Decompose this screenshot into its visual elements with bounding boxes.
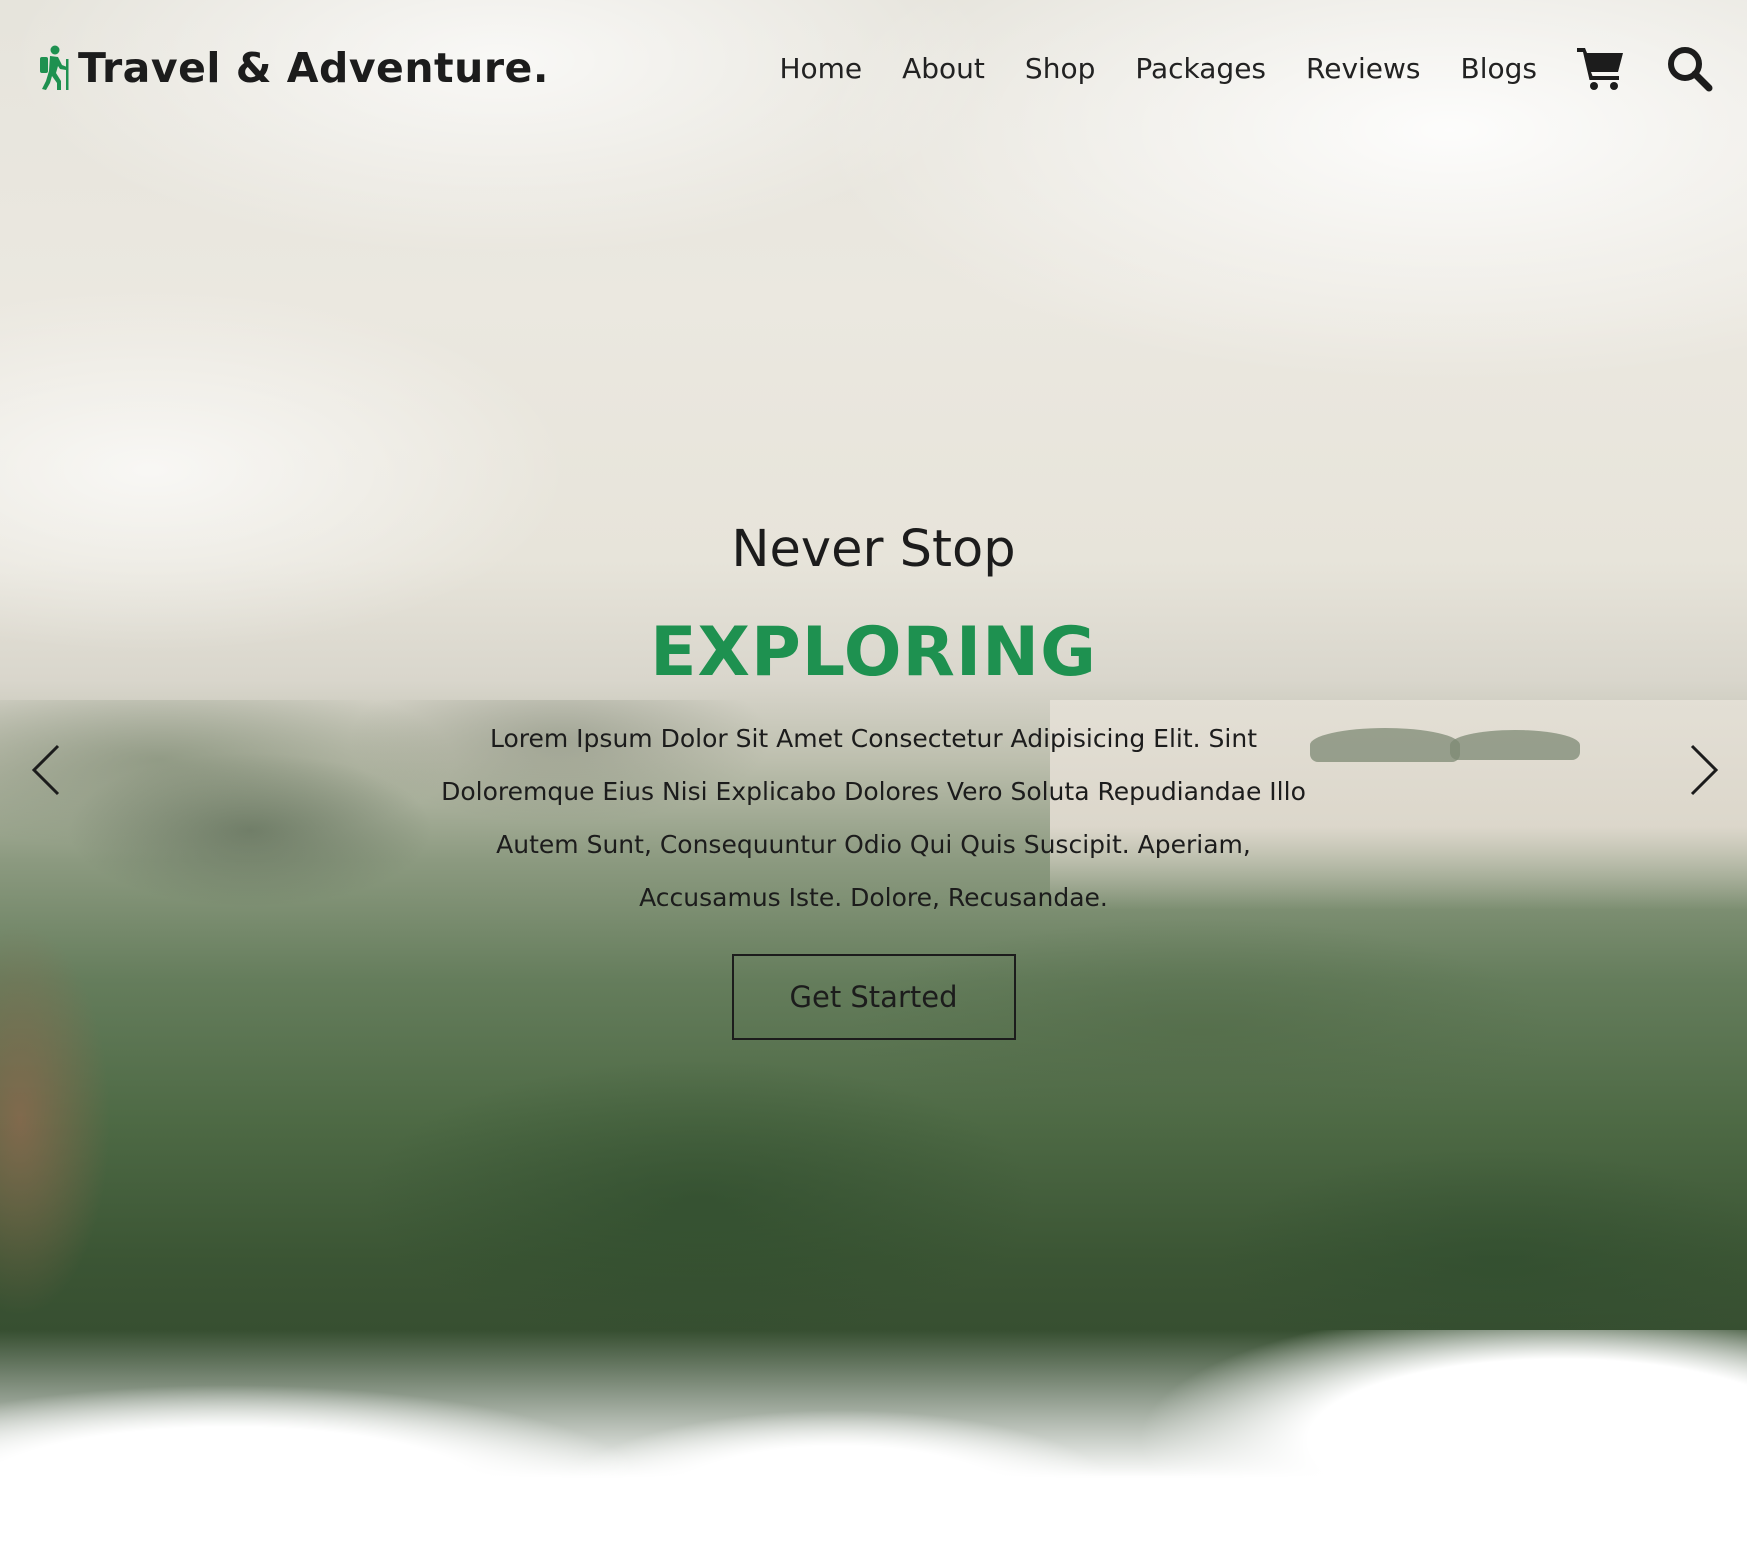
hero-section: Travel & Adventure. Home About Shop Pack…: [0, 0, 1747, 1541]
hero-content: Never Stop EXPLORING Lorem Ipsum Dolor S…: [0, 520, 1747, 1040]
mist-overlay: [0, 1330, 1747, 1541]
logo-link[interactable]: Travel & Adventure.: [34, 44, 549, 92]
hero-title: EXPLORING: [650, 613, 1097, 692]
nav-home[interactable]: Home: [779, 52, 862, 85]
hiker-icon: [34, 45, 72, 91]
nav-packages[interactable]: Packages: [1135, 52, 1266, 85]
logo-text: Travel & Adventure.: [78, 44, 549, 92]
get-started-button[interactable]: Get Started: [731, 954, 1016, 1040]
nav-blogs[interactable]: Blogs: [1461, 52, 1537, 85]
hero-description: Lorem Ipsum Dolor Sit Amet Consectetur A…: [441, 724, 1306, 912]
hero-subtitle: Never Stop: [731, 520, 1016, 579]
main-nav: Home About Shop Packages Reviews Blogs: [739, 42, 1713, 94]
site-header: Travel & Adventure. Home About Shop Pack…: [0, 0, 1747, 136]
nav-about[interactable]: About: [902, 52, 985, 85]
nav-shop[interactable]: Shop: [1025, 52, 1095, 85]
search-icon[interactable]: [1665, 44, 1713, 92]
nav-reviews[interactable]: Reviews: [1306, 52, 1421, 85]
cart-icon[interactable]: [1575, 42, 1627, 94]
